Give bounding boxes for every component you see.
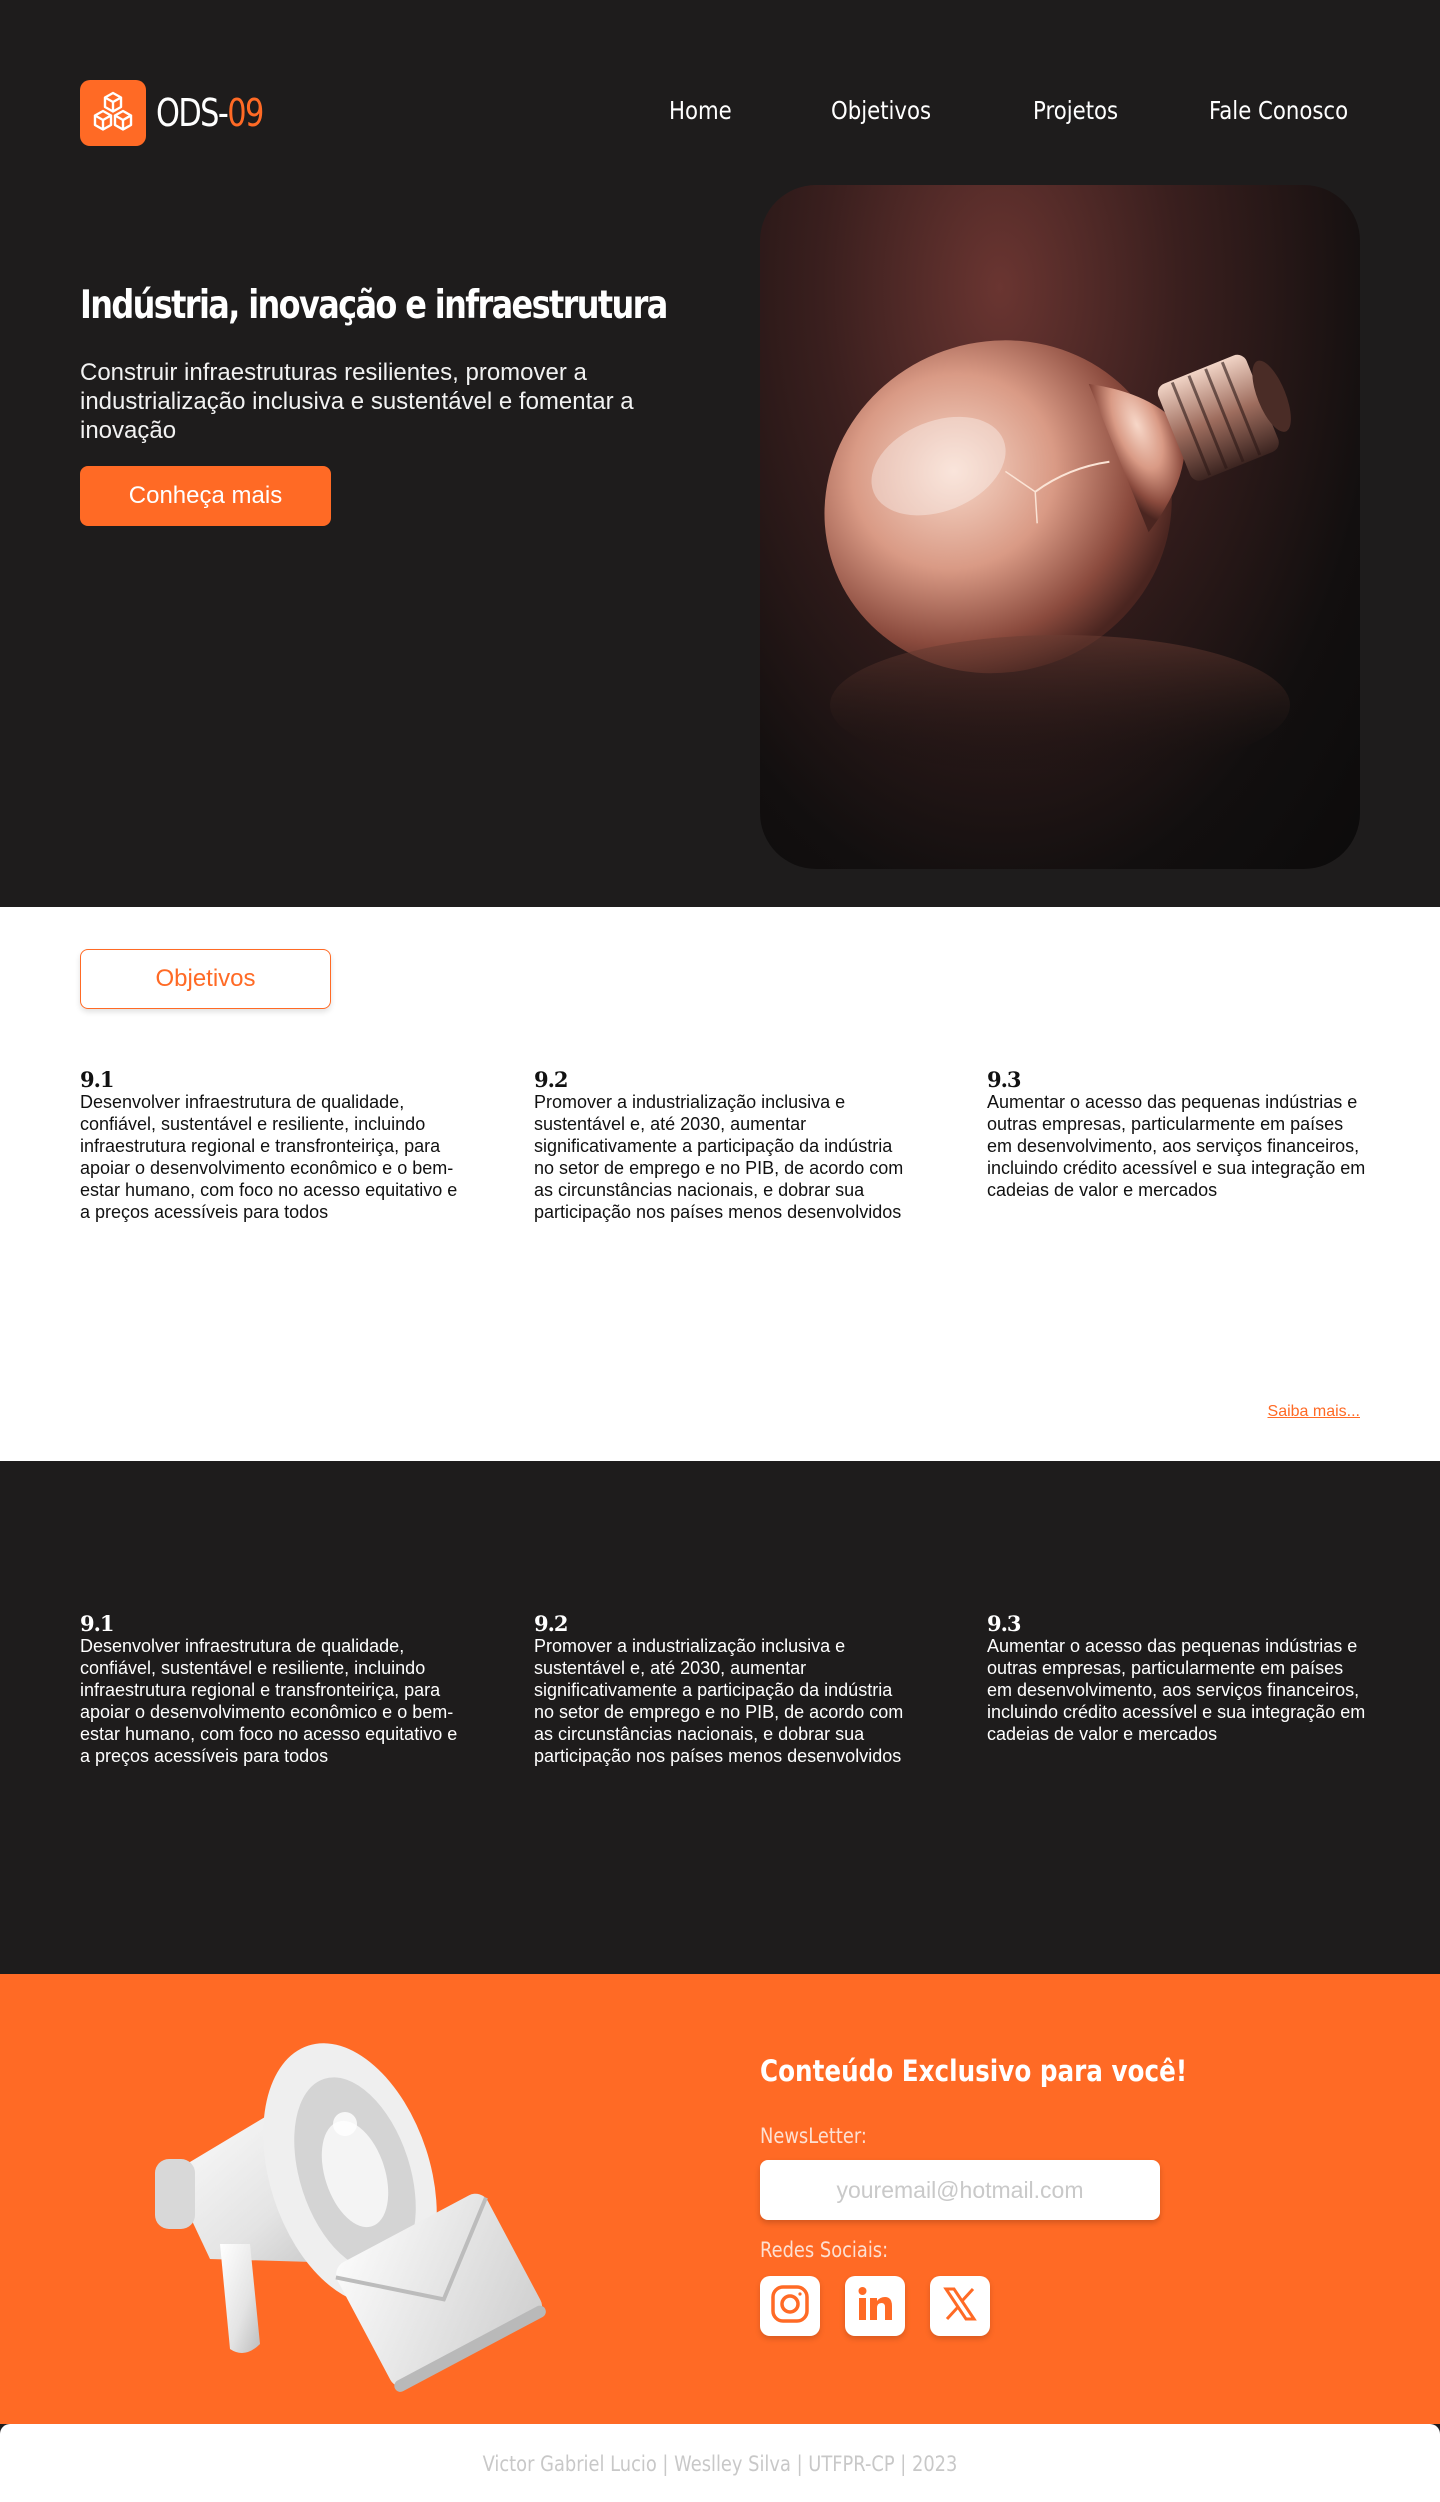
goal-text: Promover a industrialização inclusiva e … (534, 1636, 904, 1766)
nav-home[interactable]: Home (669, 96, 732, 125)
megaphone-illustration (150, 2014, 590, 2394)
goal-number: 9.2 (534, 1611, 569, 1636)
goal-card-9-3: 9.3 Aumentar o acesso das pequenas indús… (987, 1067, 1367, 1201)
hero-subtitle: Construir infraestruturas resilientes, p… (80, 359, 634, 444)
goal-text: Aumentar o acesso das pequenas indústria… (987, 1636, 1366, 1744)
instagram-button[interactable] (760, 2276, 820, 2336)
goal-text: Promover a industrialização inclusiva e … (534, 1092, 904, 1222)
goal-number: 9.1 (80, 1611, 115, 1636)
goal-text: Desenvolver infraestrutura de qualidade,… (80, 1092, 458, 1222)
instagram-icon (769, 2283, 811, 2330)
goal-number: 9.1 (80, 1067, 115, 1092)
goal-text: Desenvolver infraestrutura de qualidade,… (80, 1636, 458, 1766)
nav-projetos[interactable]: Projetos (1033, 96, 1118, 125)
footer: Victor Gabriel Lucio | Weslley Silva | U… (0, 2424, 1440, 2502)
hero-section: ODS-09 Home Objetivos Projetos Fale Cono… (0, 0, 1440, 907)
footer-credits: Victor Gabriel Lucio | Weslley Silva | U… (482, 2452, 958, 2476)
goal-text: Aumentar o acesso das pequenas indústria… (987, 1092, 1366, 1200)
goal-card-9-1: 9.1 Desenvolver infraestrutura de qualid… (80, 1067, 460, 1223)
goal-card-9-2: 9.2 Promover a industrialização inclusiv… (534, 1067, 914, 1223)
x-button[interactable] (930, 2276, 990, 2336)
linkedin-icon (854, 2283, 896, 2330)
saiba-mais-link[interactable]: Saiba mais... (1268, 1403, 1360, 1421)
goal-number: 9.3 (987, 1067, 1022, 1092)
newsletter-label: NewsLetter: (760, 2124, 867, 2148)
objetivos-button[interactable]: Objetivos (80, 949, 331, 1009)
goal-card-9-1-dark: 9.1 Desenvolver infraestrutura de qualid… (80, 1611, 460, 1767)
conheca-mais-button[interactable]: Conheça mais (80, 466, 331, 526)
dark-goals-section: 9.1 Desenvolver infraestrutura de qualid… (0, 1461, 1440, 1974)
linkedin-button[interactable] (845, 2276, 905, 2336)
objectives-section: Objetivos 9.1 Desenvolver infraestrutura… (0, 907, 1440, 1461)
goal-number: 9.2 (534, 1067, 569, 1092)
goal-card-9-2-dark: 9.2 Promover a industrialização inclusiv… (534, 1611, 914, 1767)
email-input[interactable] (760, 2160, 1160, 2220)
social-label: Redes Sociais: (760, 2238, 889, 2262)
light-bulb-image (760, 185, 1360, 869)
newsletter-title: Conteúdo Exclusivo para você! (760, 2054, 1188, 2088)
newsletter-section: Conteúdo Exclusivo para você! NewsLetter… (0, 1974, 1440, 2424)
nav-objetivos[interactable]: Objetivos (831, 96, 931, 125)
main-nav: Home Objetivos Projetos Fale Conosco (0, 96, 1440, 130)
hero-title: Indústria, inovação e infraestrutura (80, 283, 668, 328)
goal-number: 9.3 (987, 1611, 1022, 1636)
nav-fale-conosco[interactable]: Fale Conosco (1209, 96, 1348, 125)
goal-card-9-3-dark: 9.3 Aumentar o acesso das pequenas indús… (987, 1611, 1367, 1745)
x-icon (940, 2284, 980, 2329)
